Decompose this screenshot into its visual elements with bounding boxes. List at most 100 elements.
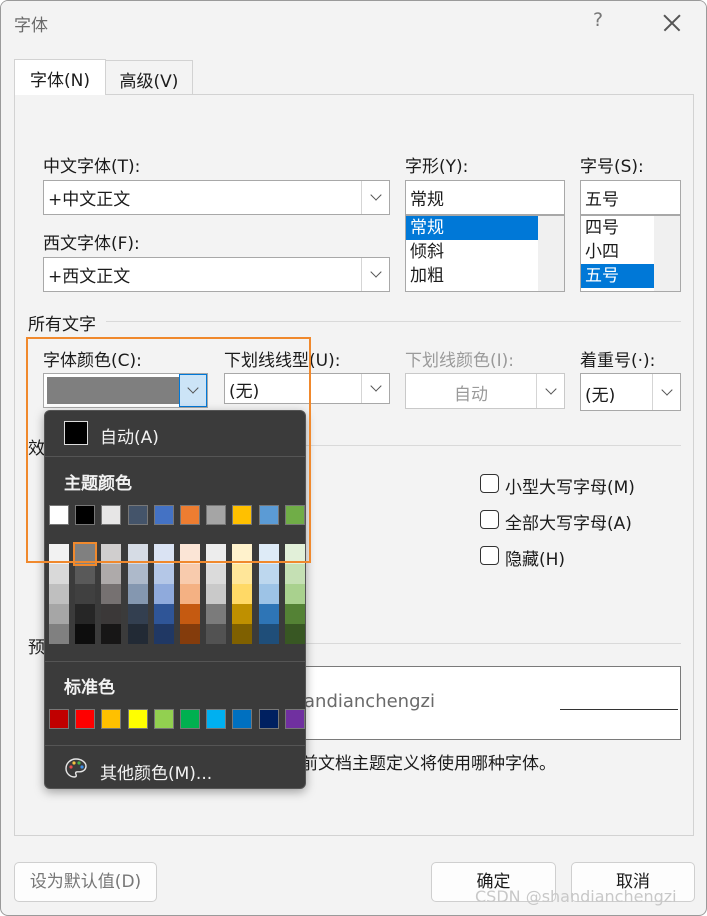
underline-color-dropdown[interactable] (536, 374, 564, 408)
scrollbar[interactable] (654, 216, 680, 291)
theme-shade-swatch[interactable] (75, 604, 95, 624)
hidden-checkbox[interactable] (480, 546, 499, 565)
theme-color-swatch[interactable] (101, 505, 121, 525)
theme-shade-swatch[interactable] (49, 544, 69, 564)
theme-shade-swatch[interactable] (101, 564, 121, 584)
theme-shade-swatch[interactable] (259, 544, 279, 564)
font-color-dropdown[interactable] (179, 374, 207, 407)
close-button[interactable] (653, 3, 693, 43)
theme-shade-swatch[interactable] (259, 584, 279, 604)
tab-advanced[interactable]: 高级(V) (106, 60, 193, 96)
standard-color-swatch[interactable] (285, 709, 305, 729)
theme-shade-swatch[interactable] (75, 624, 95, 644)
theme-shade-swatch[interactable] (101, 604, 121, 624)
theme-shade-swatch[interactable] (259, 564, 279, 584)
theme-shade-swatch[interactable] (285, 544, 305, 564)
font-color-combo[interactable] (43, 373, 208, 408)
standard-color-swatch[interactable] (154, 709, 174, 729)
theme-shade-swatch[interactable] (180, 604, 200, 624)
theme-shade-swatch[interactable] (154, 564, 174, 584)
theme-shade-swatch[interactable] (75, 584, 95, 604)
theme-shade-swatch[interactable] (259, 624, 279, 644)
western-font-combo[interactable]: +西文正文 (43, 257, 390, 292)
auto-color-option[interactable]: 自动(A) (100, 423, 159, 448)
theme-shade-swatch[interactable] (232, 604, 252, 624)
standard-color-swatch[interactable] (232, 709, 252, 729)
theme-shade-swatch[interactable] (49, 584, 69, 604)
theme-shade-swatch[interactable] (232, 544, 252, 564)
more-colors-option[interactable]: 其他颜色(M)... (100, 759, 212, 784)
theme-color-swatch[interactable] (180, 505, 200, 525)
theme-shade-swatch[interactable] (206, 584, 226, 604)
all-caps-checkbox[interactable] (480, 510, 499, 529)
theme-shade-swatch[interactable] (180, 584, 200, 604)
theme-shade-swatch[interactable] (285, 564, 305, 584)
theme-shade-swatch[interactable] (285, 584, 305, 604)
theme-shade-swatch[interactable] (73, 542, 97, 566)
small-caps-checkbox[interactable] (480, 474, 499, 493)
set-default-button[interactable]: 设为默认值(D) (14, 862, 157, 902)
theme-shade-swatch[interactable] (206, 544, 226, 564)
underline-style-dropdown[interactable] (361, 374, 389, 403)
theme-shade-swatch[interactable] (101, 584, 121, 604)
chinese-font-combo[interactable]: +中文正文 (43, 180, 390, 215)
theme-shade-swatch[interactable] (285, 624, 305, 644)
theme-shade-swatch[interactable] (128, 564, 148, 584)
theme-color-swatch[interactable] (75, 505, 95, 525)
theme-color-swatch[interactable] (232, 505, 252, 525)
theme-shade-swatch[interactable] (232, 584, 252, 604)
theme-shade-swatch[interactable] (154, 584, 174, 604)
standard-color-swatch[interactable] (101, 709, 121, 729)
theme-shade-swatch[interactable] (285, 604, 305, 624)
theme-shade-swatch[interactable] (232, 624, 252, 644)
help-button[interactable]: ? (593, 9, 603, 31)
theme-shade-swatch[interactable] (128, 624, 148, 644)
theme-shade-swatch[interactable] (259, 604, 279, 624)
list-item[interactable]: 五号 (581, 264, 654, 288)
western-font-dropdown[interactable] (361, 258, 389, 291)
chinese-font-dropdown[interactable] (361, 181, 389, 214)
theme-color-swatch[interactable] (285, 505, 305, 525)
size-list[interactable]: 四号 小四 五号 (580, 215, 681, 292)
theme-shade-swatch[interactable] (180, 564, 200, 584)
underline-color-combo[interactable]: 自动 (405, 373, 565, 409)
standard-color-swatch[interactable] (206, 709, 226, 729)
theme-shade-swatch[interactable] (180, 624, 200, 644)
theme-color-swatch[interactable] (49, 505, 69, 525)
theme-shade-swatch[interactable] (49, 624, 69, 644)
theme-color-swatch[interactable] (154, 505, 174, 525)
standard-color-swatch[interactable] (180, 709, 200, 729)
standard-color-swatch[interactable] (128, 709, 148, 729)
theme-shade-swatch[interactable] (75, 564, 95, 584)
theme-shade-swatch[interactable] (128, 584, 148, 604)
theme-shade-swatch[interactable] (206, 604, 226, 624)
theme-shade-swatch[interactable] (101, 624, 121, 644)
theme-shade-swatch[interactable] (206, 564, 226, 584)
theme-shade-swatch[interactable] (101, 544, 121, 564)
style-input[interactable]: 常规 (405, 180, 565, 215)
theme-color-swatch[interactable] (128, 505, 148, 525)
theme-shade-swatch[interactable] (154, 624, 174, 644)
tab-font[interactable]: 字体(N) (14, 59, 106, 95)
theme-color-swatch[interactable] (206, 505, 226, 525)
theme-shade-swatch[interactable] (206, 624, 226, 644)
theme-shade-swatch[interactable] (232, 564, 252, 584)
theme-shade-swatch[interactable] (180, 544, 200, 564)
underline-style-combo[interactable]: (无) (224, 373, 390, 404)
theme-shade-swatch[interactable] (128, 544, 148, 564)
standard-color-swatch[interactable] (75, 709, 95, 729)
standard-color-swatch[interactable] (259, 709, 279, 729)
standard-color-swatch[interactable] (49, 709, 69, 729)
theme-shade-swatch[interactable] (49, 564, 69, 584)
theme-shade-swatch[interactable] (154, 604, 174, 624)
auto-color-swatch[interactable] (64, 421, 88, 445)
emphasis-combo[interactable]: (无) (580, 373, 681, 411)
theme-shade-swatch[interactable] (128, 604, 148, 624)
theme-shade-swatch[interactable] (49, 604, 69, 624)
theme-color-swatch[interactable] (259, 505, 279, 525)
emphasis-dropdown[interactable] (652, 374, 680, 410)
size-input[interactable]: 五号 (580, 180, 681, 215)
style-list[interactable]: 常规 倾斜 加粗 (405, 215, 565, 292)
scrollbar[interactable] (538, 216, 564, 291)
theme-shade-swatch[interactable] (154, 544, 174, 564)
